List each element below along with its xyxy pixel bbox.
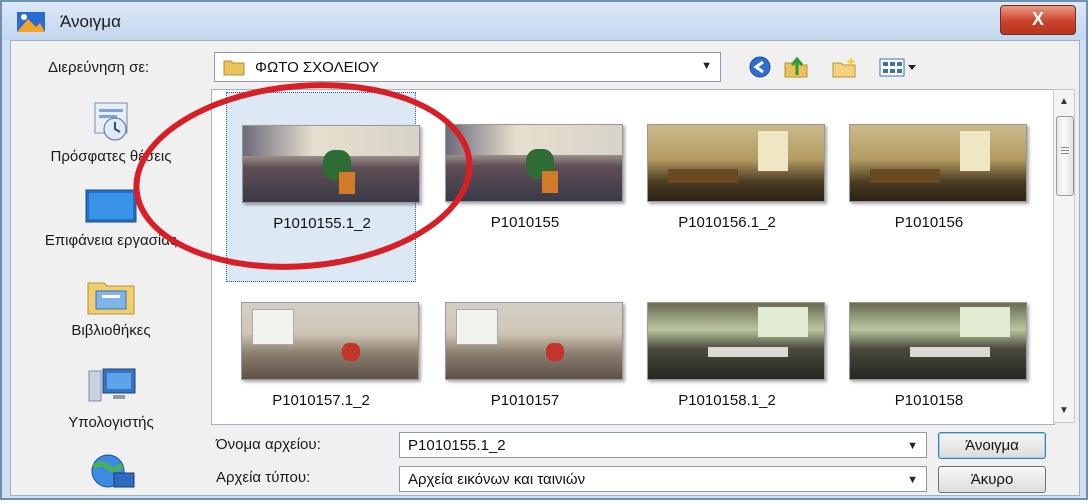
place-label-desktop: Επιφάνεια εργασίας (44, 232, 178, 249)
desktop-icon (85, 189, 137, 223)
back-icon[interactable] (747, 55, 773, 79)
place-desktop[interactable]: Επιφάνεια εργασίας (16, 187, 206, 251)
file-tile[interactable]: P1010156.1_2 (632, 92, 825, 282)
file-name: P1010158.1_2 (678, 392, 776, 409)
file-name: P1010155 (490, 214, 560, 231)
file-thumbnail (647, 302, 825, 380)
file-name: P1010157 (490, 392, 560, 409)
scroll-up-icon[interactable]: ▲ (1059, 96, 1069, 107)
look-in-value: ΦΩΤΟ ΣΧΟΛΕΙΟΥ (255, 59, 379, 76)
scroll-thumb[interactable] (1056, 116, 1074, 196)
network-icon (91, 454, 135, 488)
libraries-icon (87, 282, 135, 315)
file-name: P1010156.1_2 (678, 214, 776, 231)
place-network[interactable] (16, 451, 206, 491)
new-folder-icon[interactable] (831, 55, 857, 79)
recent-places-icon (94, 102, 128, 141)
file-name: P1010155.1_2 (273, 215, 371, 232)
open-dialog-app-icon (17, 12, 45, 32)
look-in-label: Διερεύνηση σε: (48, 59, 150, 76)
file-tile[interactable]: P1010157.1_2 (226, 270, 419, 460)
file-thumbnail (241, 302, 419, 380)
window-title: Άνοιγμα (60, 12, 121, 31)
filename-value: P1010155.1_2 (408, 437, 506, 454)
place-label-computer: Υπολογιστής (68, 414, 154, 431)
places-bar: Πρόσφατες θέσεις Επιφάνεια εργασίας Βιβλ… (16, 89, 206, 495)
title-bar[interactable]: Άνοιγμα X (2, 2, 1086, 40)
filename-label: Όνομα αρχείου: (216, 436, 321, 453)
file-tile[interactable]: P1010155.1_2 (226, 92, 420, 282)
computer-icon (88, 368, 136, 402)
up-folder-icon[interactable] (783, 55, 809, 79)
scroll-down-icon[interactable]: ▼ (1059, 405, 1069, 416)
cancel-button[interactable]: Άκυρο (938, 466, 1046, 493)
chevron-down-icon[interactable]: ▼ (907, 474, 918, 486)
file-name: P1010157.1_2 (272, 392, 370, 409)
file-thumbnail (849, 124, 1027, 202)
chevron-down-icon[interactable]: ▼ (701, 60, 712, 72)
close-button[interactable]: X (1000, 5, 1076, 35)
place-label-recent: Πρόσφατες θέσεις (50, 148, 172, 165)
file-tile[interactable]: P1010156 (834, 92, 1027, 282)
views-menu-icon[interactable] (878, 55, 918, 79)
open-dialog-window: Άνοιγμα X Διερεύνηση σε: ΦΩΤΟ ΣΧΟΛΕΙΟΥ ▼ (0, 0, 1088, 500)
file-thumbnail (647, 124, 825, 202)
file-thumbnail (445, 124, 623, 202)
filetype-label: Αρχεία τύπου: (216, 469, 311, 486)
grip-icon (1061, 147, 1069, 148)
file-view: P1010155.1_2 P1010155 P1010156.1_2 P1010… (211, 89, 1055, 425)
look-in-combobox[interactable]: ΦΩΤΟ ΣΧΟΛΕΙΟΥ ▼ (214, 52, 721, 82)
place-recent[interactable]: Πρόσφατες θέσεις (16, 99, 206, 167)
place-label-libraries: Βιβλιοθήκες (71, 322, 151, 339)
file-thumbnail (242, 125, 420, 203)
place-libraries[interactable]: Βιβλιοθήκες (16, 273, 206, 341)
file-tile[interactable]: P1010155 (430, 92, 623, 282)
file-thumbnail (849, 302, 1027, 380)
folder-icon (223, 60, 245, 76)
filename-input[interactable]: P1010155.1_2 ▼ (399, 432, 927, 458)
open-button[interactable]: Άνοιγμα (938, 432, 1046, 459)
file-name: P1010158 (894, 392, 964, 409)
filetype-select[interactable]: Αρχεία εικόνων και ταινιών ▼ (399, 466, 927, 492)
chevron-down-icon[interactable]: ▼ (907, 440, 918, 452)
vertical-scrollbar[interactable]: ▲ ▼ (1053, 89, 1075, 423)
dialog-client-area: Διερεύνηση σε: ΦΩΤΟ ΣΧΟΛΕΙΟΥ ▼ Πρόσφατες… (10, 40, 1080, 496)
file-name: P1010156 (894, 214, 964, 231)
close-icon: X (1031, 9, 1044, 29)
file-thumbnail (445, 302, 623, 380)
place-computer[interactable]: Υπολογιστής (16, 365, 206, 433)
filetype-value: Αρχεία εικόνων και ταινιών (408, 471, 586, 488)
